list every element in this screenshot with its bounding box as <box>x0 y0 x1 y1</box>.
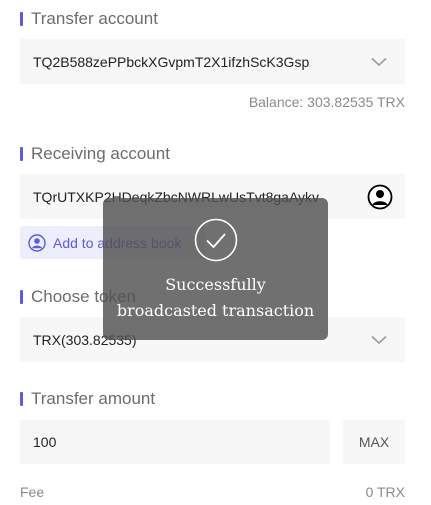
section-accent-bar <box>20 392 23 406</box>
fee-label: Fee <box>20 484 45 500</box>
check-circle-icon <box>194 218 238 262</box>
receiving-account-title: Receiving account <box>20 143 170 165</box>
transfer-account-title: Transfer account <box>20 8 158 30</box>
transfer-amount-input[interactable]: 100 <box>20 420 330 464</box>
section-accent-bar <box>20 12 23 26</box>
toast-message: Successfully broadcasted transaction <box>116 275 315 320</box>
fee-value: 0 TRX <box>365 484 405 500</box>
chevron-down-icon <box>371 332 387 348</box>
receiving-account-label: Receiving account <box>31 144 170 163</box>
transfer-amount-value: 100 <box>33 434 57 450</box>
section-accent-bar <box>20 147 23 161</box>
transfer-account-label: Transfer account <box>31 9 158 28</box>
chevron-down-icon <box>371 54 387 70</box>
balance-text: Balance: 303.82535 TRX <box>248 94 405 110</box>
transfer-account-select[interactable]: TQ2B588zePPbckXGvpmT2X1ifzhScK3Gsp <box>20 39 405 84</box>
max-button[interactable]: MAX <box>343 420 405 464</box>
transfer-account-address: TQ2B588zePPbckXGvpmT2X1ifzhScK3Gsp <box>33 53 310 70</box>
success-toast: Successfully broadcasted transaction <box>103 198 328 340</box>
transfer-amount-label: Transfer amount <box>31 389 156 408</box>
contact-user-icon[interactable] <box>367 184 393 210</box>
transfer-amount-title: Transfer amount <box>20 388 155 410</box>
user-circle-icon <box>28 233 46 252</box>
section-accent-bar <box>20 290 23 304</box>
